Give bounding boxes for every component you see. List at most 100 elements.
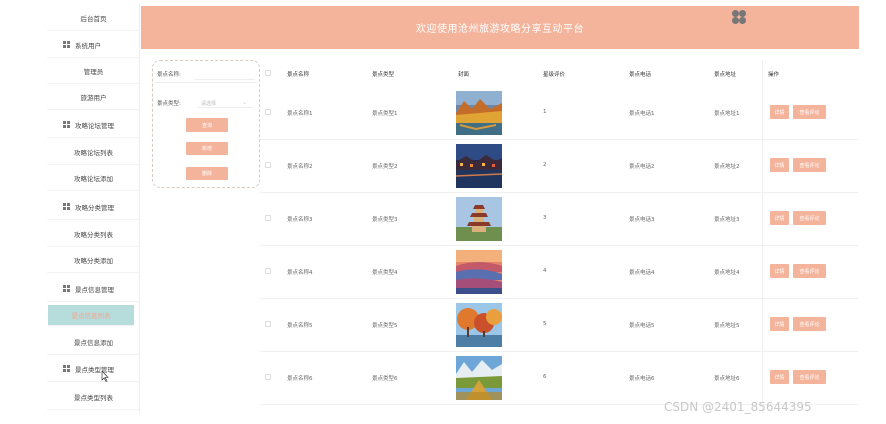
sidebar-item[interactable]: 景点信息列表 [48,305,134,326]
detail-button[interactable]: 详情 [770,317,789,331]
cell-phone: 景点电话4 [629,270,655,276]
cover-image [456,144,502,188]
cell-name: 景点名称1 [287,111,313,117]
sidebar-item-label: 旅游用户 [80,93,107,102]
sidebar-item-label: 攻略分类管理 [75,203,114,212]
cell-address: 景点地址5 [714,323,740,329]
cell-rating: 4 [543,268,547,274]
page: 后台首页 系统用户 管理员 旅游用户 攻略论坛管理 攻略论坛列表 攻略论坛添加 攻略分类管理攻… [0,0,886,424]
cell-type: 景点类型4 [372,270,398,276]
sidebar-item[interactable]: 攻略分类列表 [47,221,140,247]
type-select[interactable]: 请选择 ⌄ [197,98,253,108]
sidebar-item[interactable]: 旅游用户 [47,84,140,110]
cell-rating: 3 [543,215,547,221]
cell-phone: 景点电话3 [629,217,655,223]
sidebar-item-label: 攻略论坛列表 [74,148,113,157]
row-checkbox[interactable] [265,268,271,274]
cell-rating: 5 [543,321,547,327]
table-row: 景点名称1 景点类型1 1 景点电话1 景点地址1 详情 查看评论 [260,87,858,140]
sidebar-item[interactable]: 管理员 [47,58,140,84]
sidebar: 后台首页 系统用户 管理员 旅游用户 攻略论坛管理 攻略论坛列表 攻略论坛添加 攻略分类管理攻… [47,4,140,414]
menu-grid-icon [63,41,70,48]
delete-button[interactable]: 删除 [186,167,228,180]
sidebar-item[interactable]: 系统用户 [47,32,140,58]
sidebar-item[interactable]: 攻略论坛添加 [47,165,140,191]
cell-address: 景点地址6 [714,376,740,382]
sidebar-item[interactable]: 攻略论坛列表 [47,139,140,165]
header-actions: 操作 [768,72,780,78]
row-checkbox[interactable] [265,109,271,115]
menu-grid-icon [63,203,70,210]
sidebar-item-label: 景点信息列表 [71,312,111,320]
cell-name: 景点名称6 [287,376,313,382]
cell-name: 景点名称5 [287,323,313,329]
detail-button[interactable]: 详情 [770,211,789,225]
row-checkbox[interactable] [265,374,271,380]
sidebar-item[interactable]: 景点信息管理 [47,276,140,302]
name-label: 景点名称: [157,72,181,78]
cell-address: 景点地址2 [714,164,740,170]
type-label: 景点类型: [157,101,181,107]
detail-button[interactable]: 详情 [770,158,789,172]
page-title: 欢迎使用沧州旅游攻略分享互动平台 [416,24,584,35]
add-button[interactable]: 新增 [186,142,228,155]
cell-name: 景点名称3 [287,217,313,223]
view-reviews-button[interactable]: 查看评论 [793,105,826,119]
detail-button[interactable]: 详情 [770,370,789,384]
cell-type: 景点类型3 [372,217,398,223]
cell-rating: 1 [543,109,547,115]
row-checkbox[interactable] [265,162,271,168]
sidebar-item-label: 攻略论坛管理 [75,121,114,130]
cell-rating: 6 [543,374,547,380]
cell-name: 景点名称2 [287,164,313,170]
sidebar-item-label: 攻略分类列表 [74,230,113,239]
cell-type: 景点类型6 [372,376,398,382]
sidebar-item-label: 后台首页 [80,14,107,23]
view-reviews-button[interactable]: 查看评论 [793,211,826,225]
cell-phone: 景点电话2 [629,164,655,170]
table-row: 景点名称5 景点类型5 5 景点电话5 景点地址5 详情 查看评论 [260,299,858,352]
header-address: 景点地址 [714,72,737,78]
sidebar-item[interactable]: 景点信息添加 [47,329,140,355]
header-type: 景点类型 [372,72,395,78]
search-panel: 景点名称: 景点类型: 请选择 ⌄ 查询 新增 删除 [152,60,260,188]
header-cover: 封面 [458,72,470,78]
table-row: 景点名称2 景点类型2 2 景点电话2 景点地址2 详情 查看评论 [260,140,858,193]
sidebar-item[interactable]: 攻略分类添加 [47,247,140,273]
avatar-icon[interactable] [731,9,747,25]
sidebar-item[interactable]: 攻略论坛管理 [47,112,140,138]
type-select-placeholder: 请选择 [201,101,217,107]
cell-address: 景点地址3 [714,217,740,223]
cover-image [456,356,502,400]
row-checkbox[interactable] [265,321,271,327]
cover-image [456,197,502,241]
cell-rating: 2 [543,162,547,168]
sidebar-item[interactable]: 攻略分类管理 [47,194,140,220]
query-button[interactable]: 查询 [186,118,228,132]
watermark: CSDN @2401_85644395 [664,400,812,414]
header-name: 景点名称 [287,72,310,78]
view-reviews-button[interactable]: 查看评论 [793,317,826,331]
cover-image [456,91,502,135]
select-all-checkbox[interactable] [265,70,271,76]
view-reviews-button[interactable]: 查看评论 [793,264,826,278]
menu-grid-icon [63,365,70,372]
cell-address: 景点地址4 [714,270,740,276]
detail-button[interactable]: 详情 [770,105,789,119]
sidebar-item[interactable]: 后台首页 [47,5,140,31]
sidebar-item[interactable]: 景点类型管理 [47,356,140,382]
sidebar-item-label: 景点类型列表 [74,393,113,402]
sidebar-item-label: 景点信息管理 [75,285,114,294]
detail-button[interactable]: 详情 [770,264,789,278]
name-input[interactable] [195,79,255,80]
cell-phone: 景点电话6 [629,376,655,382]
cell-phone: 景点电话5 [629,323,655,329]
sidebar-item-label: 系统用户 [75,41,101,50]
row-checkbox[interactable] [265,215,271,221]
sidebar-item[interactable]: 景点类型列表 [47,384,140,410]
view-reviews-button[interactable]: 查看评论 [793,158,826,172]
table-row: 景点名称6 景点类型6 6 景点电话6 景点地址6 详情 查看评论 [260,352,858,405]
cell-type: 景点类型2 [372,164,398,170]
view-reviews-button[interactable]: 查看评论 [793,370,826,384]
top-header: 欢迎使用沧州旅游攻略分享互动平台 [141,6,859,49]
